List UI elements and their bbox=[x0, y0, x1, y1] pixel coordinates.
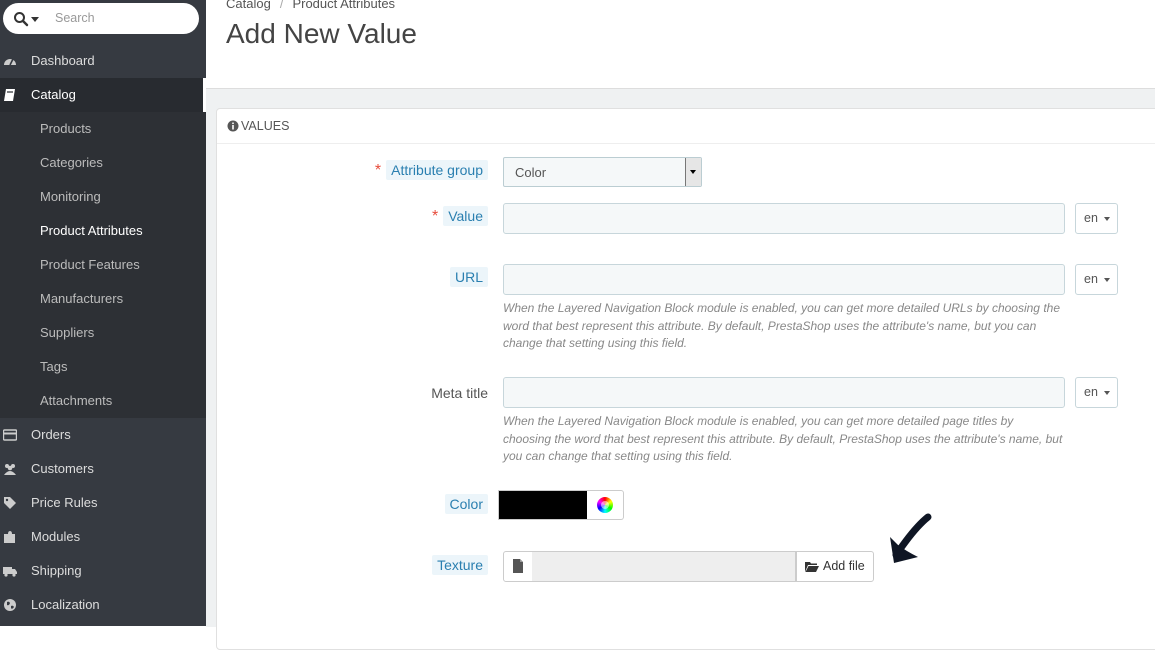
breadcrumb-item-catalog[interactable]: Catalog bbox=[226, 0, 271, 11]
attribute-group-label: * Attribute group bbox=[374, 160, 488, 180]
sidebar-item-label: Customers bbox=[31, 461, 94, 476]
main-content: Catalog / Product Attributes Add New Value… bbox=[206, 0, 1155, 650]
sidebar-item-orders[interactable]: Orders bbox=[0, 418, 206, 452]
language-code: en bbox=[1084, 385, 1098, 399]
truck-icon bbox=[3, 567, 17, 577]
file-icon-box bbox=[503, 551, 533, 582]
breadcrumb-separator: / bbox=[279, 0, 284, 11]
meta-title-help-text: When the Layered Navigation Block module… bbox=[503, 414, 1063, 463]
panel-heading: VALUES bbox=[217, 109, 1155, 144]
submenu-item-manufacturers[interactable]: Manufacturers bbox=[40, 291, 123, 306]
caret-down-icon bbox=[1104, 391, 1110, 395]
url-label: URL bbox=[449, 267, 488, 287]
sidebar-item-label: Modules bbox=[31, 529, 81, 544]
attribute-group-select[interactable]: Color bbox=[503, 157, 702, 187]
meta-title-input[interactable] bbox=[503, 377, 1065, 408]
folder-open-icon bbox=[805, 562, 819, 572]
sidebar-item-label: Dashboard bbox=[31, 53, 95, 68]
sidebar-item-dashboard[interactable]: Dashboard bbox=[0, 44, 206, 78]
submenu-item-products[interactable]: Products bbox=[40, 121, 91, 136]
color-label-text: Color bbox=[444, 494, 488, 514]
submenu-item-product-attributes[interactable]: Product Attributes bbox=[40, 223, 143, 238]
sidebar-item-label: Price Rules bbox=[31, 495, 98, 510]
url-help-text: When the Layered Navigation Block module… bbox=[503, 301, 1060, 350]
meta-title-language-dropdown[interactable]: en bbox=[1075, 377, 1118, 408]
sidebar-item-label: Localization bbox=[31, 597, 100, 612]
color-label: Color bbox=[444, 494, 488, 514]
color-picker-button[interactable] bbox=[587, 490, 624, 520]
credit-card-icon bbox=[3, 429, 17, 441]
url-language-dropdown[interactable]: en bbox=[1075, 264, 1118, 295]
sidebar-item-catalog[interactable]: Catalog bbox=[0, 78, 206, 112]
sidebar: Search Dashboard Catalog Products Catego… bbox=[0, 0, 206, 626]
tachometer-icon bbox=[4, 58, 16, 66]
info-circle-icon bbox=[227, 120, 239, 132]
sidebar-item-price-rules[interactable]: Price Rules bbox=[0, 486, 206, 520]
url-label-text: URL bbox=[449, 267, 488, 287]
caret-down-icon bbox=[1104, 278, 1110, 282]
book-icon bbox=[4, 89, 15, 101]
panel-heading-text: VALUES bbox=[241, 119, 290, 133]
submenu-item-monitoring[interactable]: Monitoring bbox=[40, 189, 101, 204]
attribute-group-label-text: Attribute group bbox=[386, 160, 488, 180]
values-panel: VALUES * Attribute group Color * Value en … bbox=[216, 108, 1155, 650]
page-title: Add New Value bbox=[226, 18, 417, 49]
language-code: en bbox=[1084, 272, 1098, 286]
attribute-group-value: Color bbox=[515, 165, 547, 180]
submenu-item-product-features[interactable]: Product Features bbox=[40, 257, 140, 272]
value-label: * Value bbox=[431, 206, 488, 226]
sidebar-item-modules[interactable]: Modules bbox=[0, 520, 206, 554]
add-file-button-label: Add file bbox=[823, 559, 865, 573]
value-input[interactable] bbox=[503, 203, 1065, 234]
puzzle-icon bbox=[4, 531, 15, 543]
color-wheel-icon bbox=[597, 497, 613, 513]
add-file-button[interactable]: Add file bbox=[796, 551, 874, 582]
sidebar-item-localization[interactable]: Localization bbox=[0, 588, 206, 622]
caret-down-icon bbox=[1104, 217, 1110, 221]
sidebar-item-label: Orders bbox=[31, 427, 71, 442]
submenu-item-tags[interactable]: Tags bbox=[40, 359, 67, 374]
meta-title-label: Meta title bbox=[431, 385, 488, 401]
users-icon bbox=[4, 464, 16, 475]
file-icon bbox=[513, 559, 523, 573]
texture-file-field[interactable] bbox=[532, 551, 796, 582]
texture-label-text: Texture bbox=[432, 555, 488, 575]
sidebar-item-shipping[interactable]: Shipping bbox=[0, 554, 206, 588]
texture-label: Texture bbox=[432, 555, 488, 575]
search-box[interactable]: Search bbox=[3, 3, 199, 34]
url-input[interactable] bbox=[503, 264, 1065, 295]
value-language-dropdown[interactable]: en bbox=[1075, 203, 1118, 234]
sidebar-item-label: Shipping bbox=[31, 563, 82, 578]
breadcrumb: Catalog / Product Attributes bbox=[226, 0, 395, 11]
submenu-item-attachments[interactable]: Attachments bbox=[40, 393, 112, 408]
chevron-down-icon[interactable] bbox=[31, 17, 39, 22]
color-input[interactable] bbox=[498, 490, 589, 520]
catalog-submenu: Products Categories Monitoring Product A… bbox=[0, 112, 206, 418]
search-icon[interactable] bbox=[13, 11, 29, 27]
required-mark: * bbox=[431, 208, 439, 225]
submenu-item-categories[interactable]: Categories bbox=[40, 155, 103, 170]
search-input[interactable]: Search bbox=[55, 11, 95, 25]
value-label-text: Value bbox=[443, 206, 488, 226]
globe-icon bbox=[4, 599, 16, 611]
submenu-item-suppliers[interactable]: Suppliers bbox=[40, 325, 94, 340]
chevron-down-icon[interactable] bbox=[685, 158, 701, 186]
language-code: en bbox=[1084, 211, 1098, 225]
annotation-arrow bbox=[890, 513, 932, 563]
breadcrumb-item-product-attributes[interactable]: Product Attributes bbox=[292, 0, 395, 11]
sidebar-item-customers[interactable]: Customers bbox=[0, 452, 206, 486]
tags-icon bbox=[4, 497, 16, 509]
sidebar-item-label: Catalog bbox=[31, 87, 76, 102]
required-mark: * bbox=[374, 162, 382, 179]
